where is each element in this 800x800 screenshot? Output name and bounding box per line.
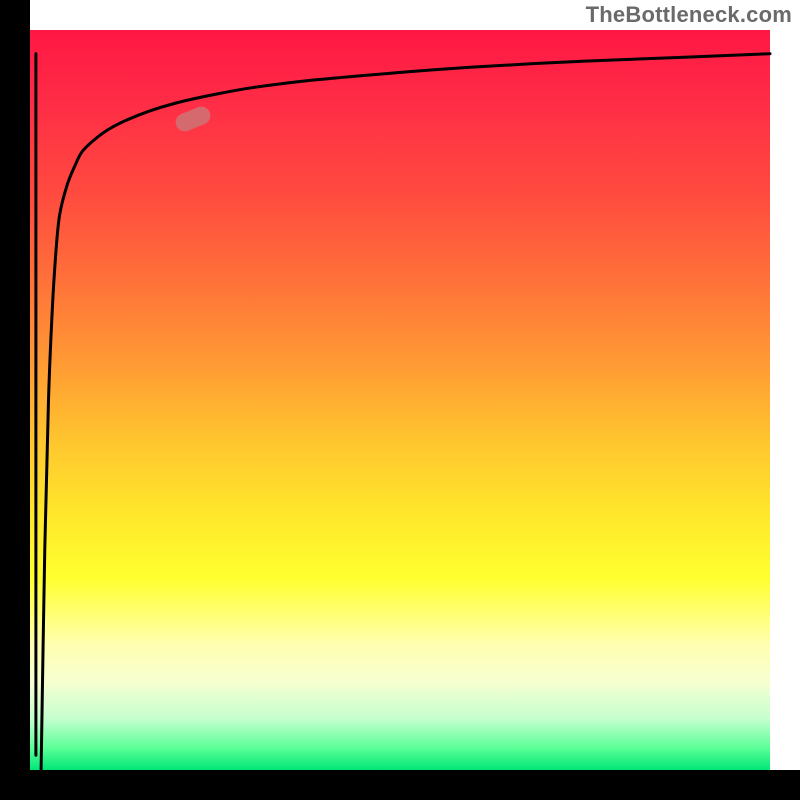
y-axis-bar xyxy=(0,0,30,800)
chart-curve-svg xyxy=(30,30,770,770)
watermark-text: TheBottleneck.com xyxy=(586,2,792,28)
performance-curve xyxy=(41,54,770,770)
x-axis-bar xyxy=(0,770,800,800)
chart-stage: TheBottleneck.com xyxy=(0,0,800,800)
